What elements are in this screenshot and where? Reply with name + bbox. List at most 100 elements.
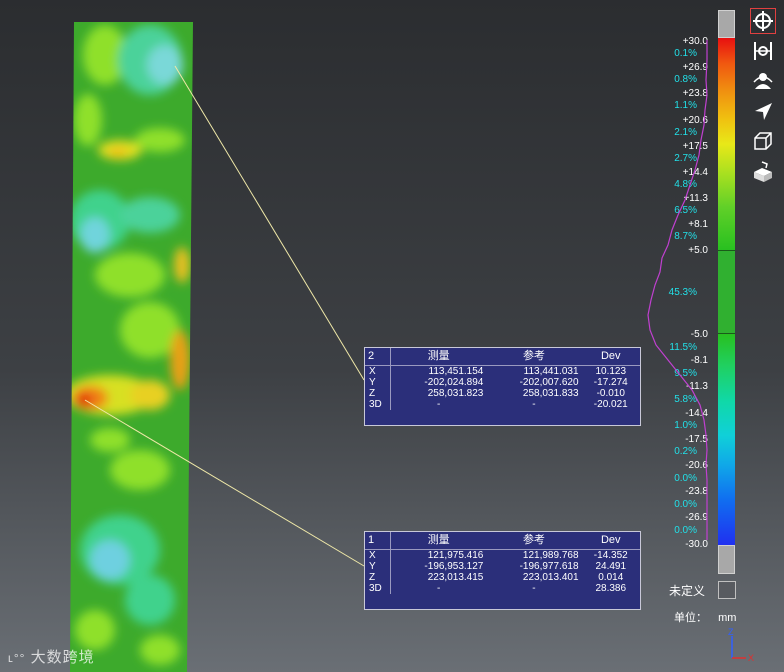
cube-icon [754,132,772,150]
scale-percent: 1.1% [674,100,697,111]
row-3d: 3D - - 28.386 [365,583,640,594]
undefined-label: 未定义 [669,584,706,598]
reference-value: 121,989.768 [522,550,579,561]
reference-value: 223,013.401 [522,572,579,583]
crosshair-icon [753,11,773,31]
callout-line-2 [174,65,365,381]
scale-percent: 45.3% [668,287,697,298]
scale-value: +14.4 [682,167,708,178]
scale-percent: 0.0% [674,499,697,510]
header-measured: 测量 [390,348,487,366]
scale-percent: 4.8% [674,179,697,190]
row-y: Y -196,953.127 -196,977.618 24.491 [365,561,640,572]
positive-gradient-segment [718,38,735,250]
negative-gradient-segment [718,334,735,545]
callout-panel-2[interactable]: 2 测量 参考 Dev X 113,451.154 113,441.031 10… [364,347,641,426]
watermark-logo-icon: ʟ°° [8,651,26,665]
scale-percent: 0.8% [674,74,697,85]
row-z: Z 258,031.823 258,031.833 -0.010 [365,388,640,399]
scale-value: +11.3 [683,193,708,204]
scale-value: -23.8 [685,486,708,497]
tolerance-segment [718,250,735,334]
person-icon [753,73,773,89]
header-dev: Dev [581,532,640,550]
undefined-color-swatch[interactable] [718,581,736,599]
scale-percent: 11.5% [669,342,697,353]
row-x: X 121,975.416 121,989.768 -14.352 [365,549,640,561]
plane-point-tool-button[interactable] [750,38,776,64]
person-tool-button[interactable] [750,68,776,94]
crosshair-tool-button[interactable] [750,8,776,34]
dev-value: 24.491 [595,561,627,572]
scale-value: -20.6 [685,460,708,471]
x-axis-label: X [748,653,754,663]
scale-value: +23.8 [682,88,708,99]
scale-value: +5.0 [688,245,708,256]
scale-value: -30.0 [685,539,708,550]
watermark-text: 大数跨境 [30,649,95,666]
axis-label: X [365,365,391,377]
reference-value: - [532,583,536,594]
scale-value: -14.4 [685,408,708,419]
panel-header-row: 2 测量 参考 Dev [365,348,640,366]
scale-percent: 2.1% [674,127,697,138]
scale-percent: 2.7% [674,153,697,164]
header-reference: 参考 [486,348,582,366]
arrow-tool-button[interactable] [750,98,776,124]
color-scale-bar[interactable] [718,10,735,574]
unit-value: mm [718,612,737,624]
box-hand-icon [754,161,772,182]
unit-label: 单位： [674,612,707,624]
measured-value: -202,024.894 [424,377,484,388]
reference-value: 113,441.031 [523,366,579,377]
scale-percent: 5.8% [674,394,697,405]
panel-header-row: 1 测量 参考 Dev [365,532,640,550]
reference-value: -202,007.620 [519,377,579,388]
measured-value: - [437,583,441,594]
under-range-segment [718,545,735,574]
dev-value: 10.123 [595,366,627,377]
scale-percent: 0.1% [674,48,697,59]
scale-value: -17.5 [685,434,708,445]
measured-value: -196,953.127 [424,561,484,572]
axis-label: X [365,549,391,561]
watermark: ʟ°° 大数跨境 [8,646,95,667]
dev-value: -20.021 [593,399,628,410]
axis-label: 3D [365,399,391,410]
axis-label: Z [365,388,391,399]
scale-percent: 0.0% [674,473,697,484]
scale-value: +30.0 [682,36,708,47]
scale-percent: 0.2% [674,446,697,457]
measured-value: - [437,399,441,410]
axis-label: Y [365,377,391,388]
dev-value: -17.274 [593,377,628,388]
over-range-segment [718,10,735,38]
scale-value: +20.6 [682,115,708,126]
scale-percent: 9.5% [674,368,697,379]
view-toolbar [750,8,778,188]
axis-label: 3D [365,583,391,594]
header-dev: Dev [581,348,640,366]
scale-value: +8.1 [688,219,708,230]
cube-tool-button[interactable] [750,128,776,154]
scale-value: -26.9 [685,512,708,523]
scale-percent: 6.5% [674,205,697,216]
scale-percent: 8.7% [674,231,697,242]
axis-triad: Z X [728,627,754,663]
dev-value: 0.014 [598,572,624,583]
scale-percent: 0.0% [674,525,697,536]
reference-value: 258,031.833 [522,388,579,399]
panel-id: 2 [365,348,391,366]
unit-row: 单位： mm [674,609,736,625]
z-axis-label: Z [728,627,734,637]
plane-point-icon [754,42,772,60]
panel-id: 1 [365,532,391,550]
reference-value: -196,977.618 [519,561,579,572]
dev-value: -0.010 [596,388,625,399]
deviation-surface [70,22,193,672]
callout-panel-1[interactable]: 1 测量 参考 Dev X 121,975.416 121,989.768 -1… [364,531,641,610]
scale-value: -8.1 [690,355,708,366]
row-x: X 113,451.154 113,441.031 10.123 [365,365,640,377]
reference-value: - [532,399,536,410]
box-hand-tool-button[interactable] [750,158,776,184]
